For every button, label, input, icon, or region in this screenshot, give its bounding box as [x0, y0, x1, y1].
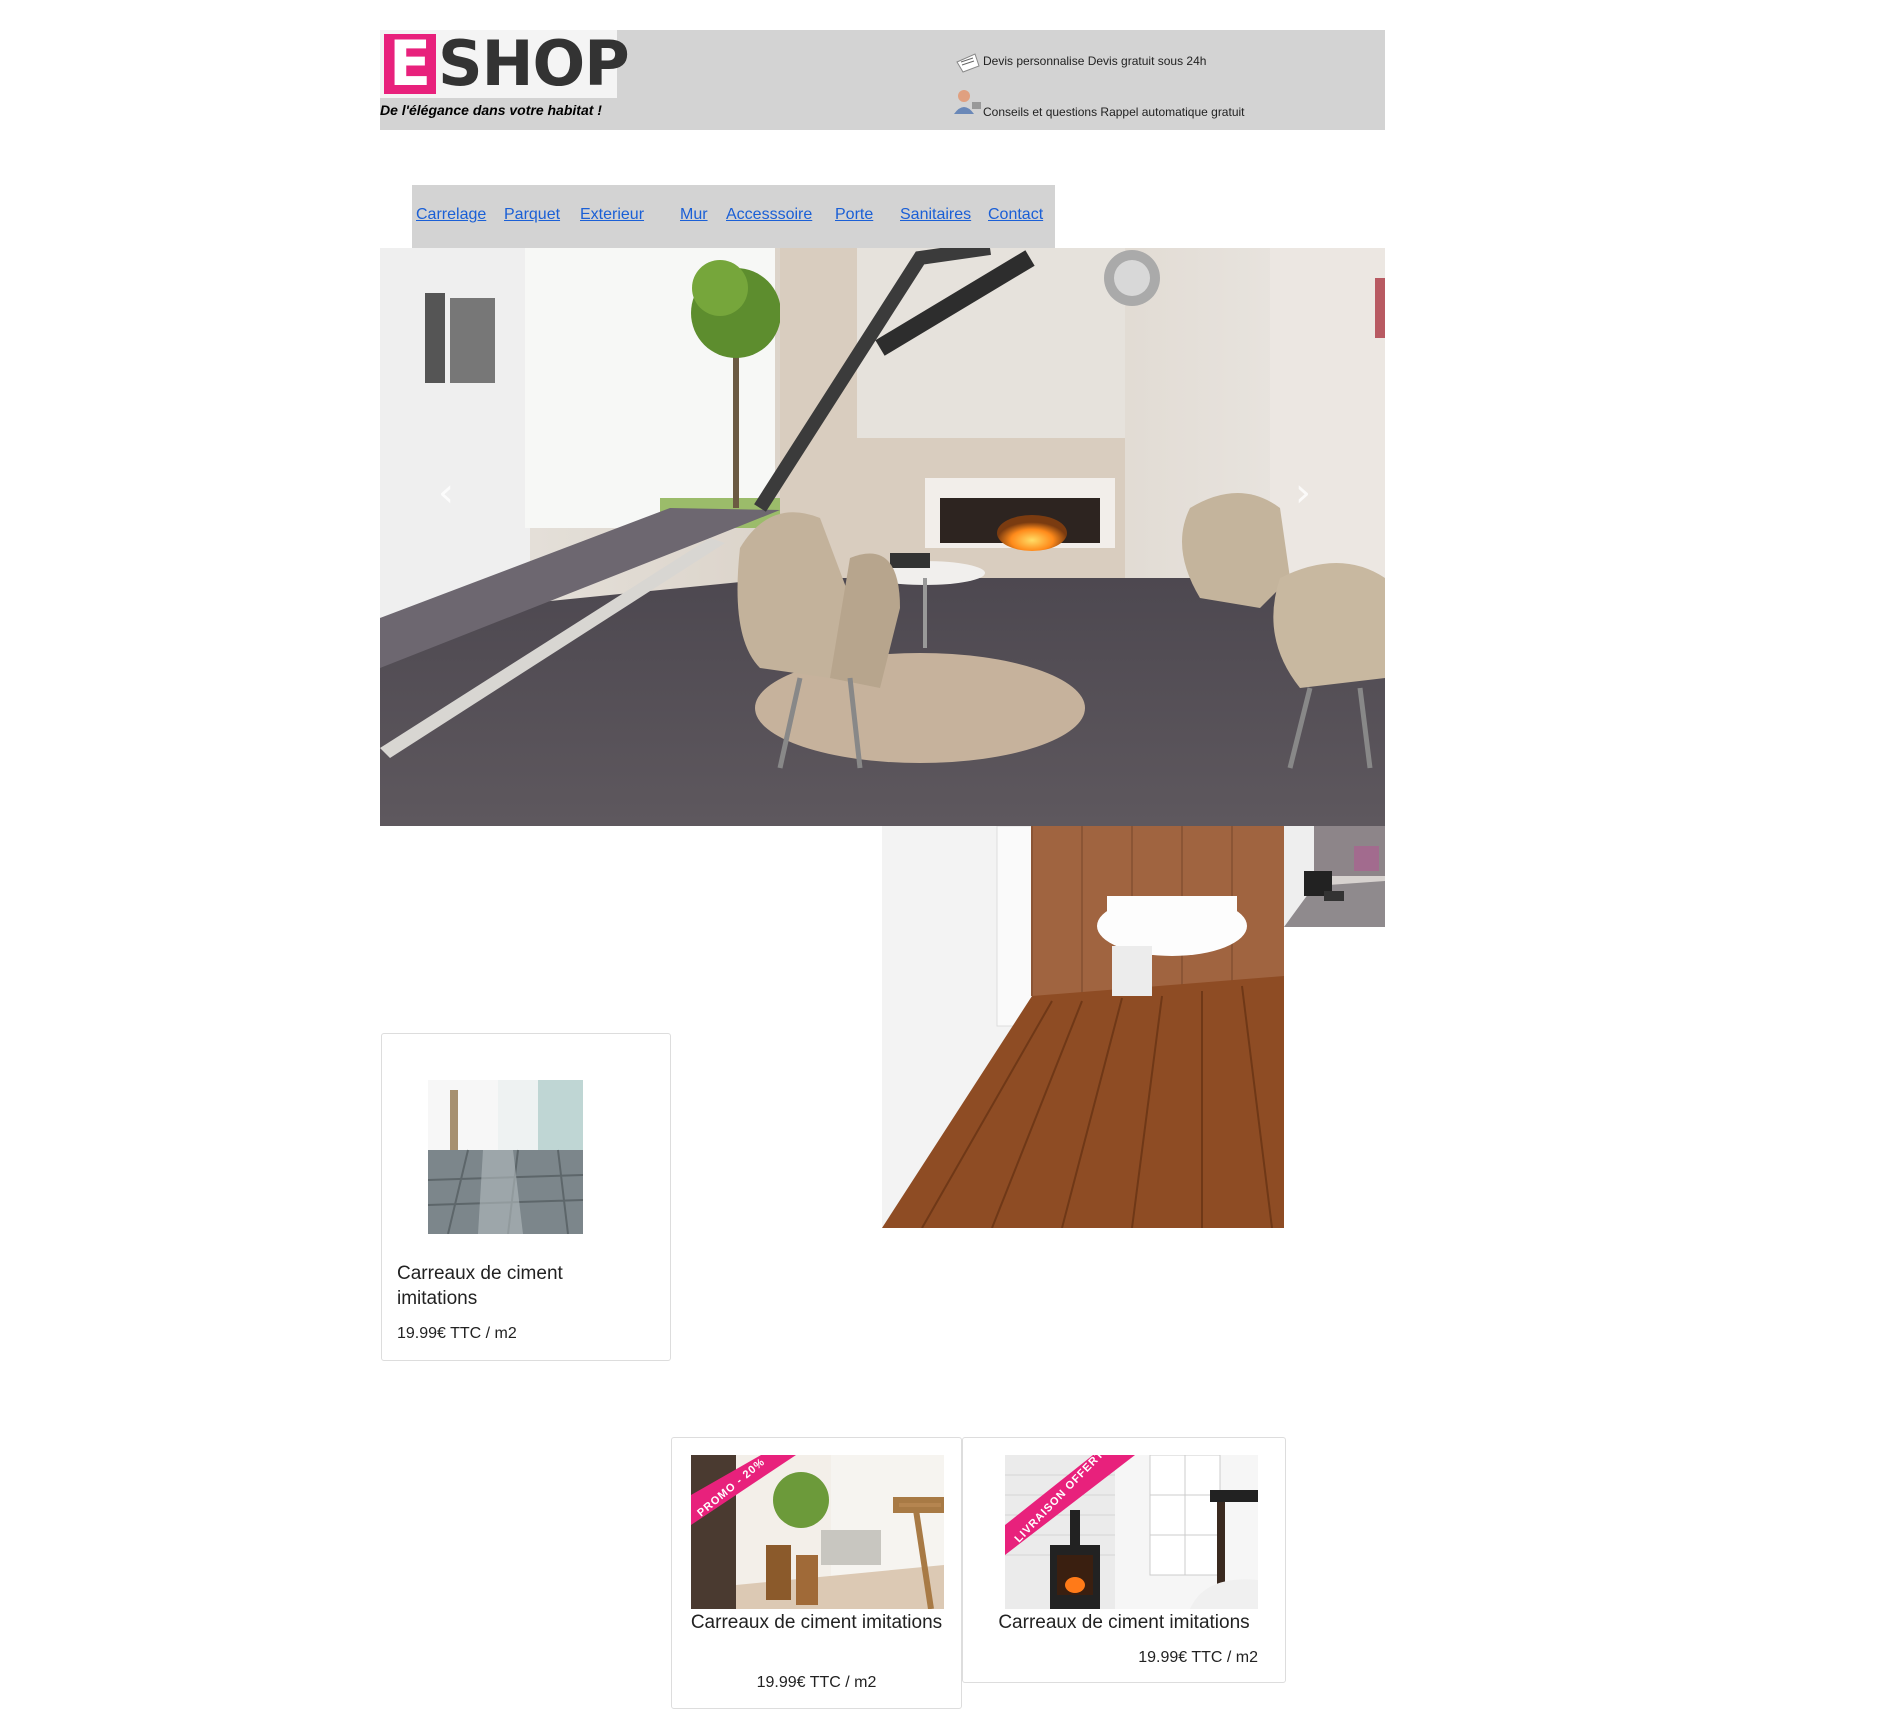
carousel-prev-icon[interactable]: ‹: [438, 470, 454, 516]
nav-contact[interactable]: Contact: [988, 206, 1043, 224]
advisor-icon: [952, 88, 982, 114]
parquet-bathroom-image: [882, 826, 1284, 1228]
product-title: Carreaux de ciment imitations: [397, 1263, 563, 1309]
product-card[interactable]: LIVRAISON OFFERTE Carreaux de ciment imi…: [962, 1437, 1286, 1683]
product-price: 19.99€ TTC / m2: [756, 1674, 877, 1691]
logo-text: SHOP: [438, 27, 630, 100]
living-room-thumbnail[interactable]: [1284, 826, 1385, 927]
advisor-info-text: Conseils et questions Rappel automatique…: [983, 105, 1245, 119]
logo-letter: E: [384, 33, 436, 95]
carousel-next-icon[interactable]: ›: [1295, 470, 1311, 516]
product-price: 19.99€ TTC / m2: [397, 1325, 517, 1342]
nav-parquet[interactable]: Parquet: [504, 206, 560, 224]
quote-icon: [955, 52, 981, 74]
nav-mur[interactable]: Mur: [680, 206, 708, 224]
nav-exterieur[interactable]: Exterieur: [580, 206, 644, 224]
hero-carousel-image: [380, 248, 1385, 826]
product-image: LIVRAISON OFFERTE: [1005, 1442, 1258, 1609]
nav-carrelage[interactable]: Carrelage: [416, 206, 486, 224]
nav-sanitaires[interactable]: Sanitaires: [900, 206, 971, 224]
product-card[interactable]: Carreaux de ciment imitations 19.99€ TTC…: [381, 1033, 671, 1361]
nav-accessoire[interactable]: Accesssoire: [726, 206, 812, 224]
product-title: Carreaux de ciment imitations: [998, 1612, 1250, 1633]
product-title: Carreaux de ciment imitations: [690, 1612, 943, 1633]
product-price: 19.99€ TTC / m2: [1138, 1649, 1258, 1666]
product-card[interactable]: PROMO - 20% Carreaux de ciment imitation…: [671, 1437, 962, 1709]
nav-porte[interactable]: Porte: [835, 206, 873, 224]
quote-info-text: Devis personnalise Devis gratuit sous 24…: [983, 54, 1207, 68]
tagline: De l'élégance dans votre habitat !: [380, 102, 602, 118]
product-image: PROMO - 20%: [691, 1455, 947, 1610]
product-image: [427, 1080, 584, 1235]
